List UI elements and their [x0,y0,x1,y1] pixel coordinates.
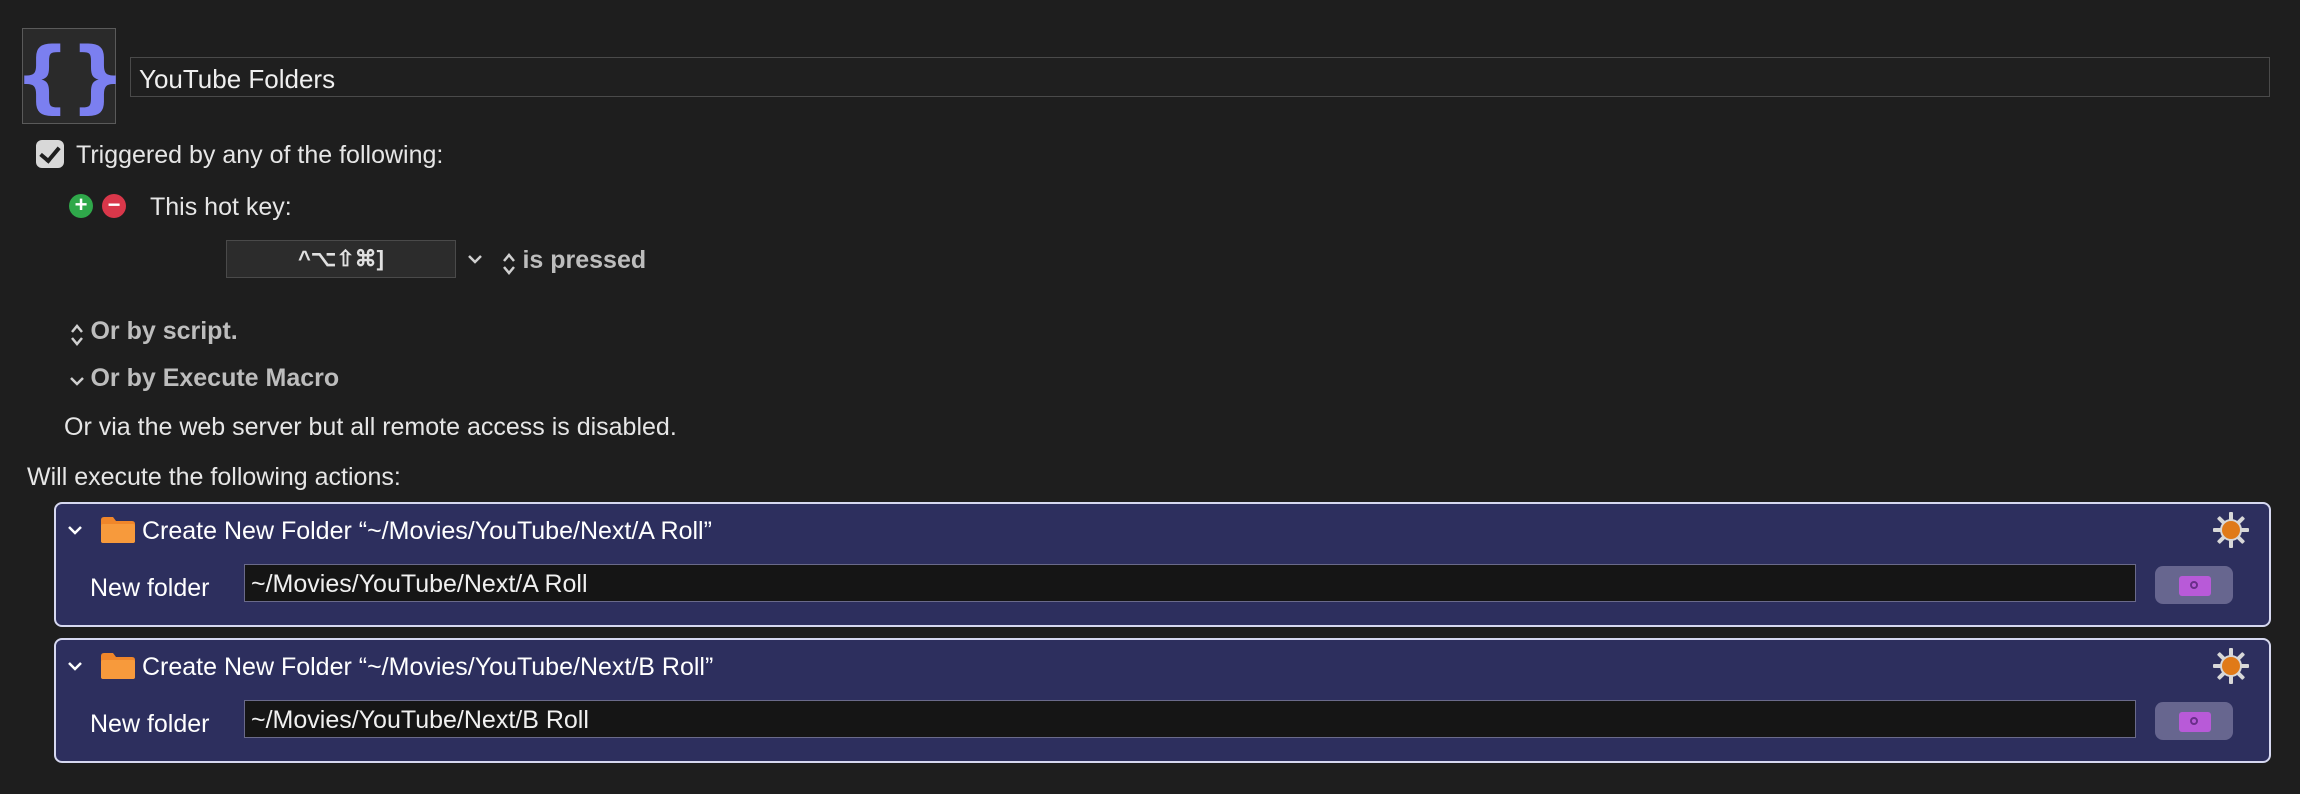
new-folder-label: New folder [90,710,210,738]
new-folder-path-field[interactable]: ~/Movies/YouTube/Next/B Roll [244,700,2136,738]
choose-folder-button[interactable] [2155,702,2233,740]
actions-header: Will execute the following actions: [27,463,401,491]
or-by-script-label: Or by script. [90,317,238,345]
action-create-folder-b-roll[interactable]: Create New Folder “~/Movies/YouTube/Next… [54,638,2271,763]
web-server-note: Or via the web server but all remote acc… [64,413,677,441]
new-folder-path-field[interactable]: ~/Movies/YouTube/Next/A Roll [244,564,2136,602]
chevron-down-icon[interactable] [66,524,84,538]
minus-icon: − [107,192,121,217]
folder-chooser-icon [2179,712,2211,732]
action-title: Create New Folder “~/Movies/YouTube/Next… [142,517,712,545]
folder-icon [101,517,135,543]
new-folder-label: New folder [90,574,210,602]
chevron-down-icon[interactable] [466,253,484,267]
gear-icon[interactable] [2211,510,2251,550]
curly-braces-icon: {} [23,32,117,122]
triggered-label: Triggered by any of the following: [76,141,444,169]
or-by-execute-macro-label: Or by Execute Macro [90,364,340,392]
up-down-chevron-icon [503,252,515,275]
remove-trigger-button[interactable]: − [102,194,126,218]
action-create-folder-a-roll[interactable]: Create New Folder “~/Movies/YouTube/Next… [54,502,2271,627]
macro-icon[interactable]: {} [22,28,117,124]
chevron-down-icon[interactable] [66,660,84,674]
chevron-down-icon [70,376,84,386]
hotkey-field[interactable]: ^⌥⇧⌘] [226,240,456,278]
or-by-execute-macro-toggle[interactable]: Or by Execute Macro [68,364,339,393]
add-trigger-button[interactable]: + [69,194,93,218]
svg-text:{}: {} [23,32,117,122]
action-title: Create New Folder “~/Movies/YouTube/Next… [142,653,714,681]
macro-name-field[interactable]: YouTube Folders [130,57,2270,97]
choose-folder-button[interactable] [2155,566,2233,604]
hotkey-label: This hot key: [150,193,292,221]
folder-icon [101,653,135,679]
plus-icon: + [74,192,88,217]
or-by-script-toggle[interactable]: Or by script. [68,317,238,348]
triggered-checkbox[interactable] [36,140,64,168]
up-down-chevron-icon [71,323,83,346]
gear-icon[interactable] [2211,646,2251,686]
folder-chooser-icon [2179,576,2211,596]
hotkey-condition-popup[interactable]: is pressed [500,246,646,277]
hotkey-condition-label: is pressed [522,246,647,274]
